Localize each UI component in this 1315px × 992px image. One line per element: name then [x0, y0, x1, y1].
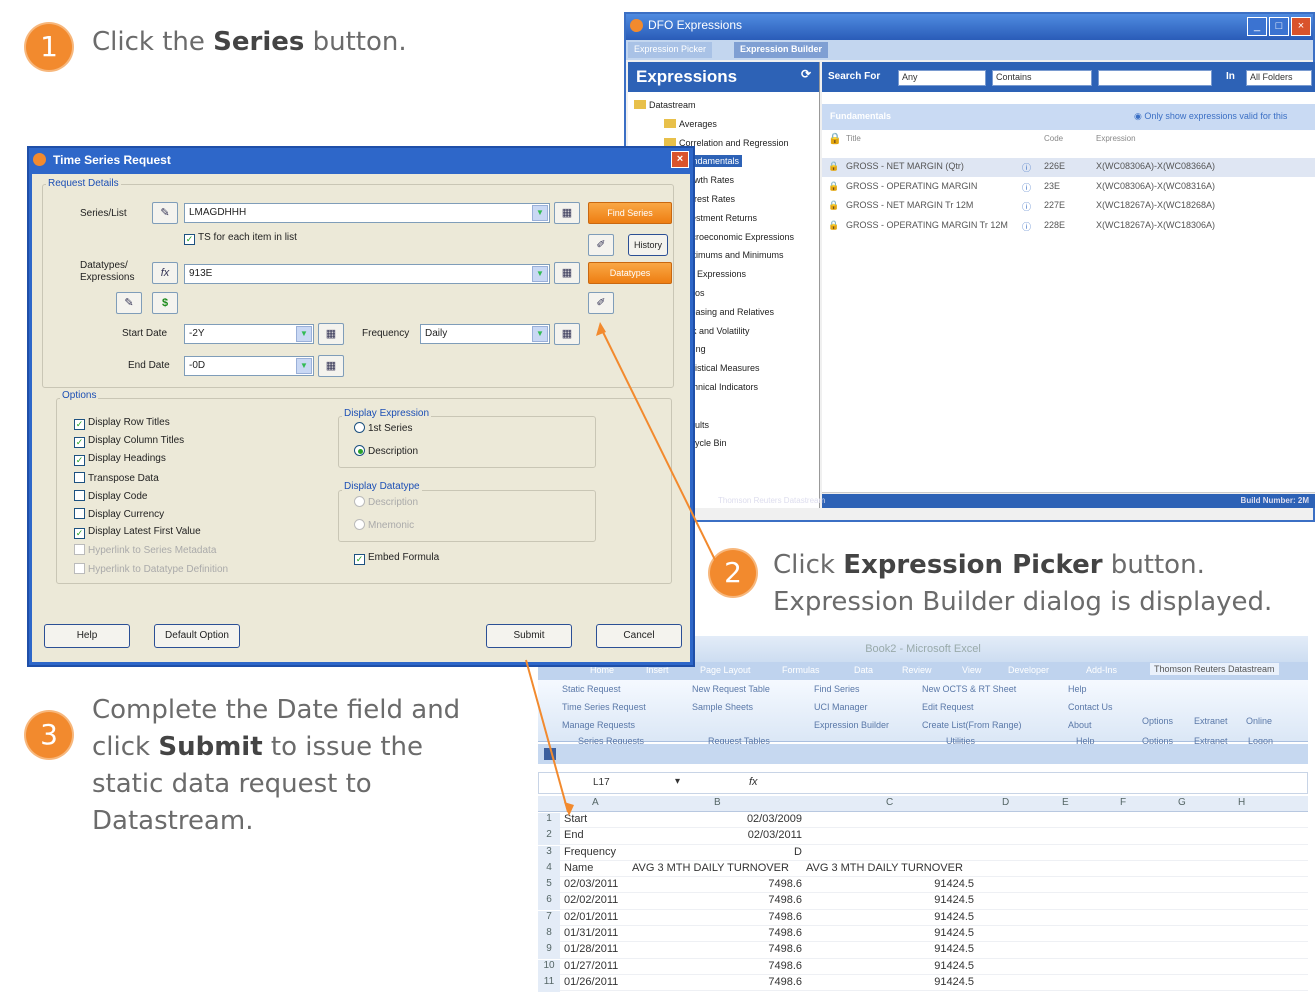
arrow-head: [564, 802, 574, 816]
arrow-to-sheet: [525, 659, 569, 813]
arrow-to-expression-builder: [599, 325, 721, 571]
callout-arrows: [525, 322, 721, 816]
